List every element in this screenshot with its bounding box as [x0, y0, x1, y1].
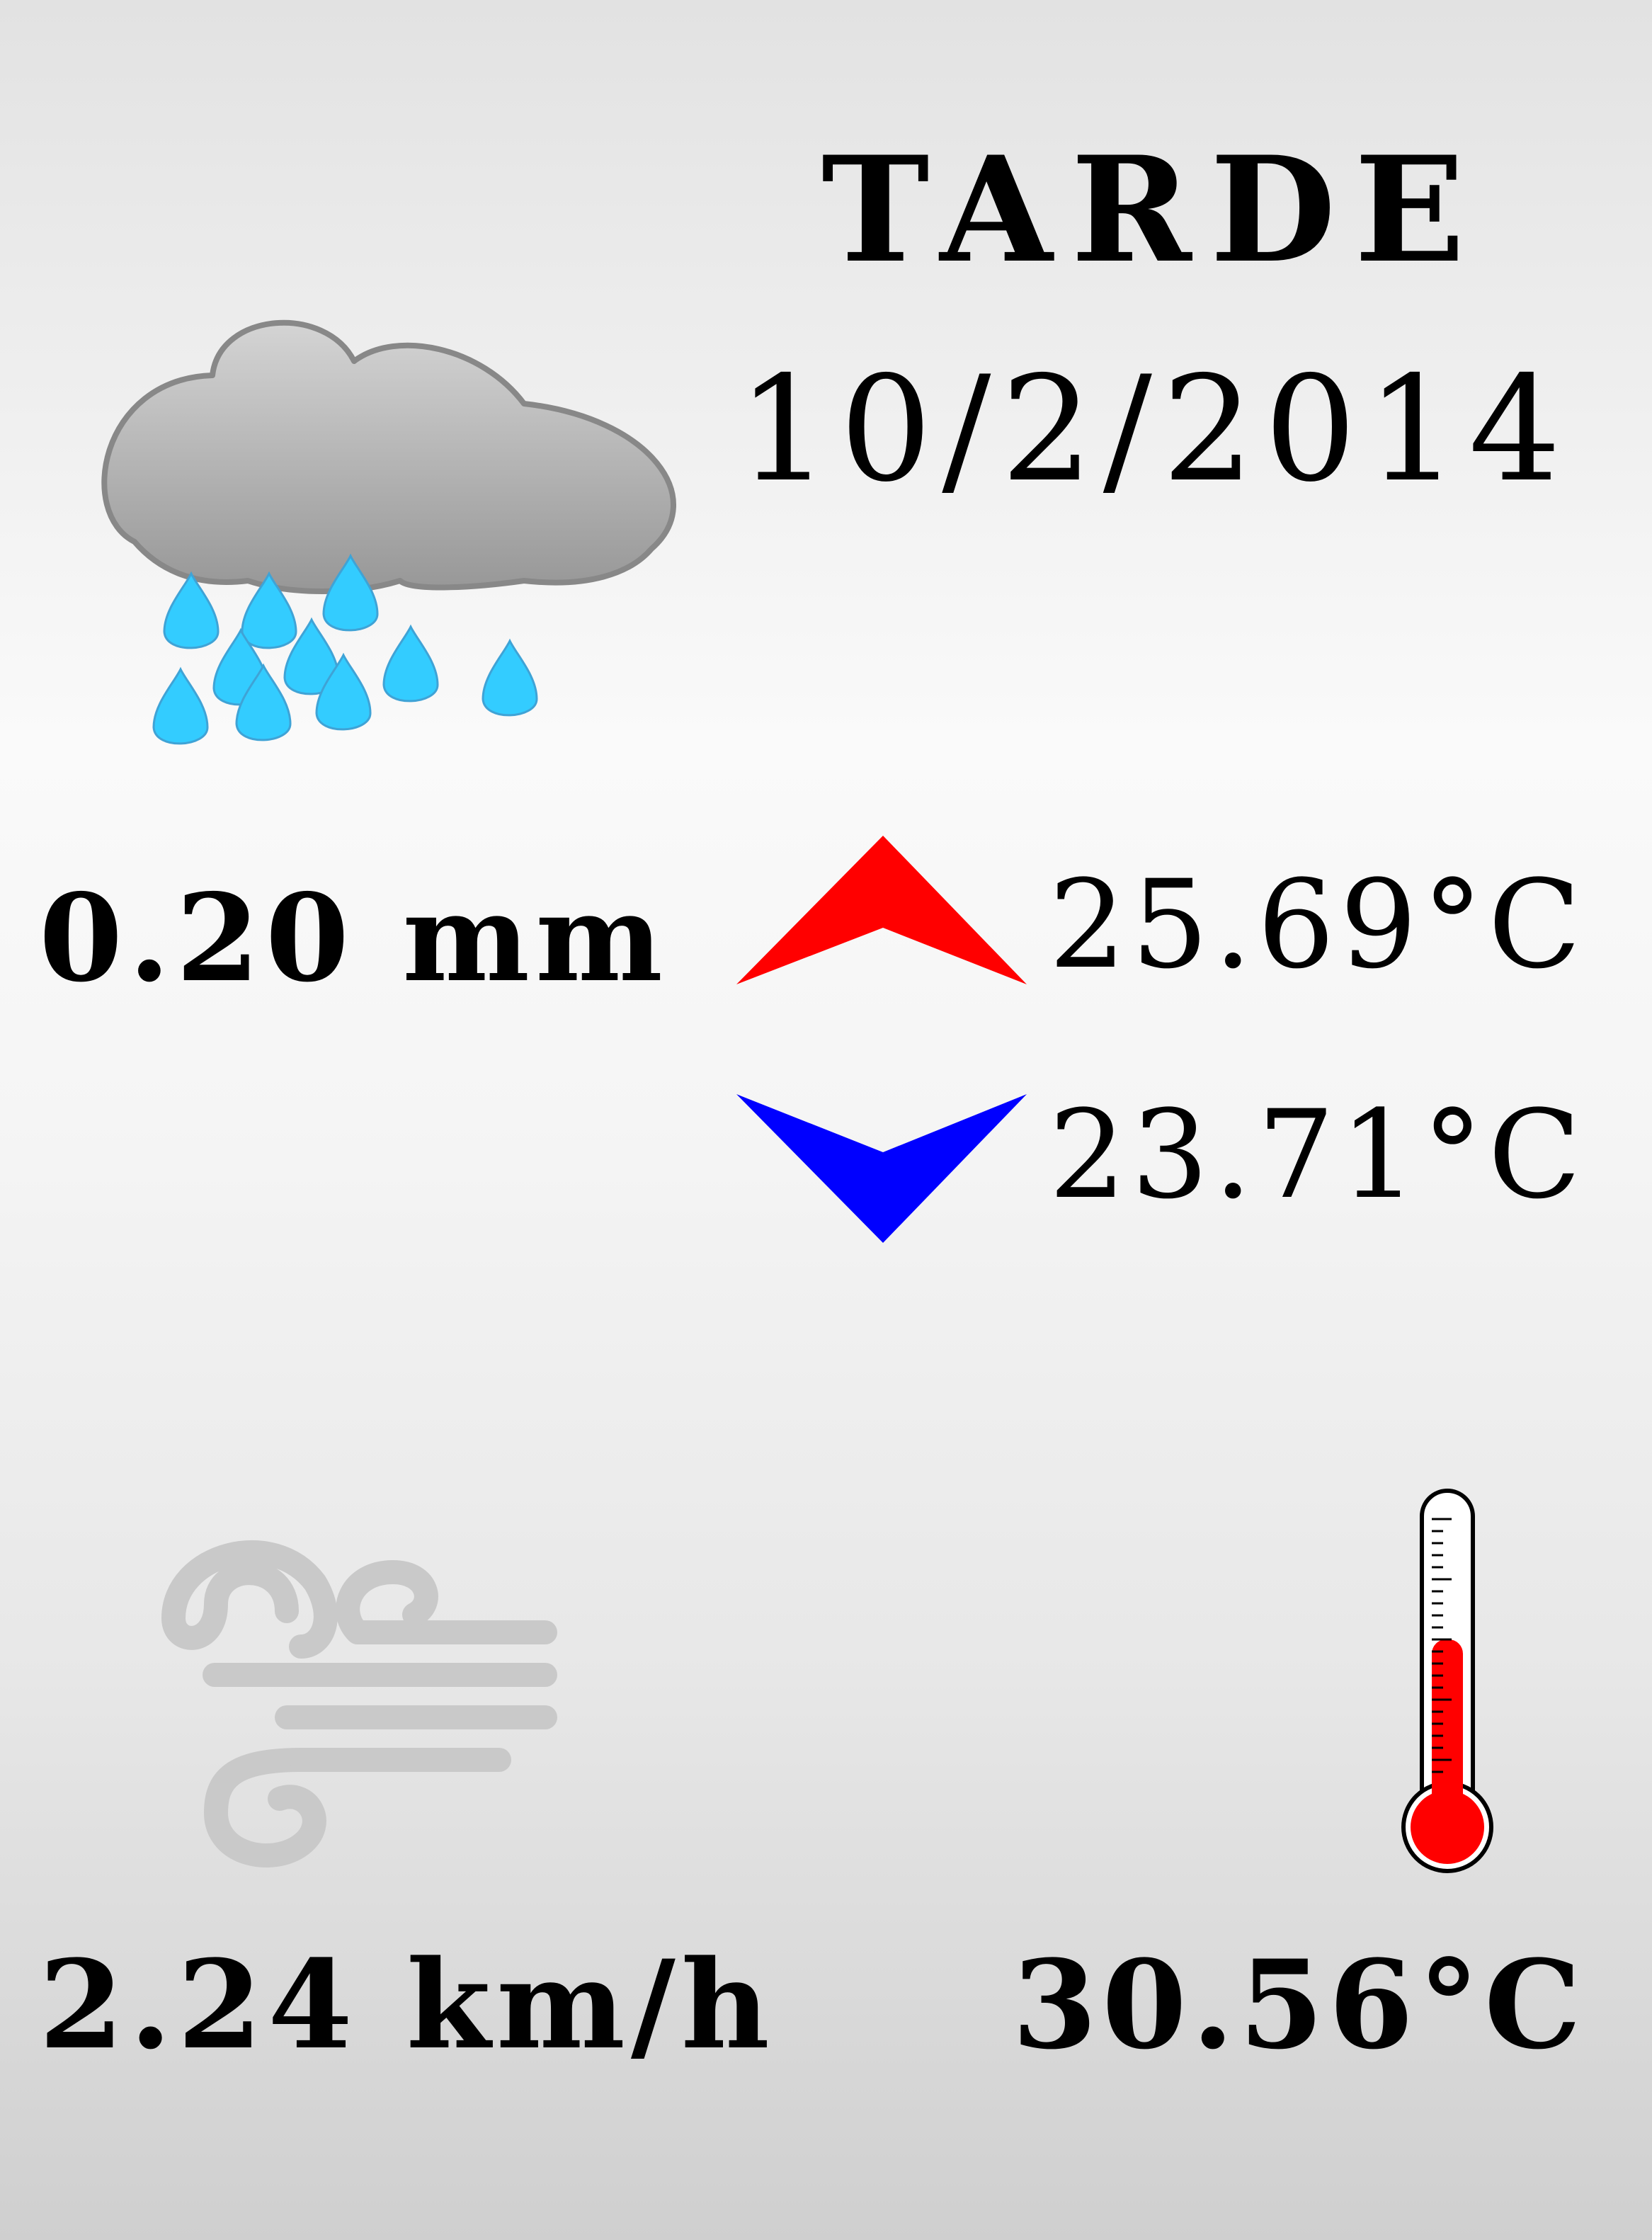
wind-speed-value: 2.24 km/h	[39, 1933, 775, 2076]
raindrop	[152, 666, 209, 745]
thermometer-icon	[1401, 1489, 1493, 1873]
cloud-shape	[101, 319, 676, 594]
wind-icon	[161, 1540, 557, 1867]
temp-min-value: 23.71°C	[1048, 1084, 1586, 1226]
raindrop	[382, 624, 439, 703]
temp-max-value: 25.69°C	[1048, 853, 1586, 996]
rain-cloud-icon	[101, 319, 676, 745]
raindrop	[163, 571, 220, 649]
precipitation-value: 0.20 mm	[39, 868, 668, 1009]
period-label: TARDE	[821, 125, 1483, 295]
weather-card: TARDE 10/2/2014 0.20 mm 25.69°C 23.71°C	[0, 0, 1652, 2240]
temperature-value: 30.56°C	[1012, 1933, 1586, 2076]
arrow-down-icon	[736, 1094, 1027, 1243]
arrow-up-icon	[736, 836, 1027, 984]
raindrop	[482, 638, 538, 717]
forecast-date: 10/2/2014	[737, 346, 1571, 514]
